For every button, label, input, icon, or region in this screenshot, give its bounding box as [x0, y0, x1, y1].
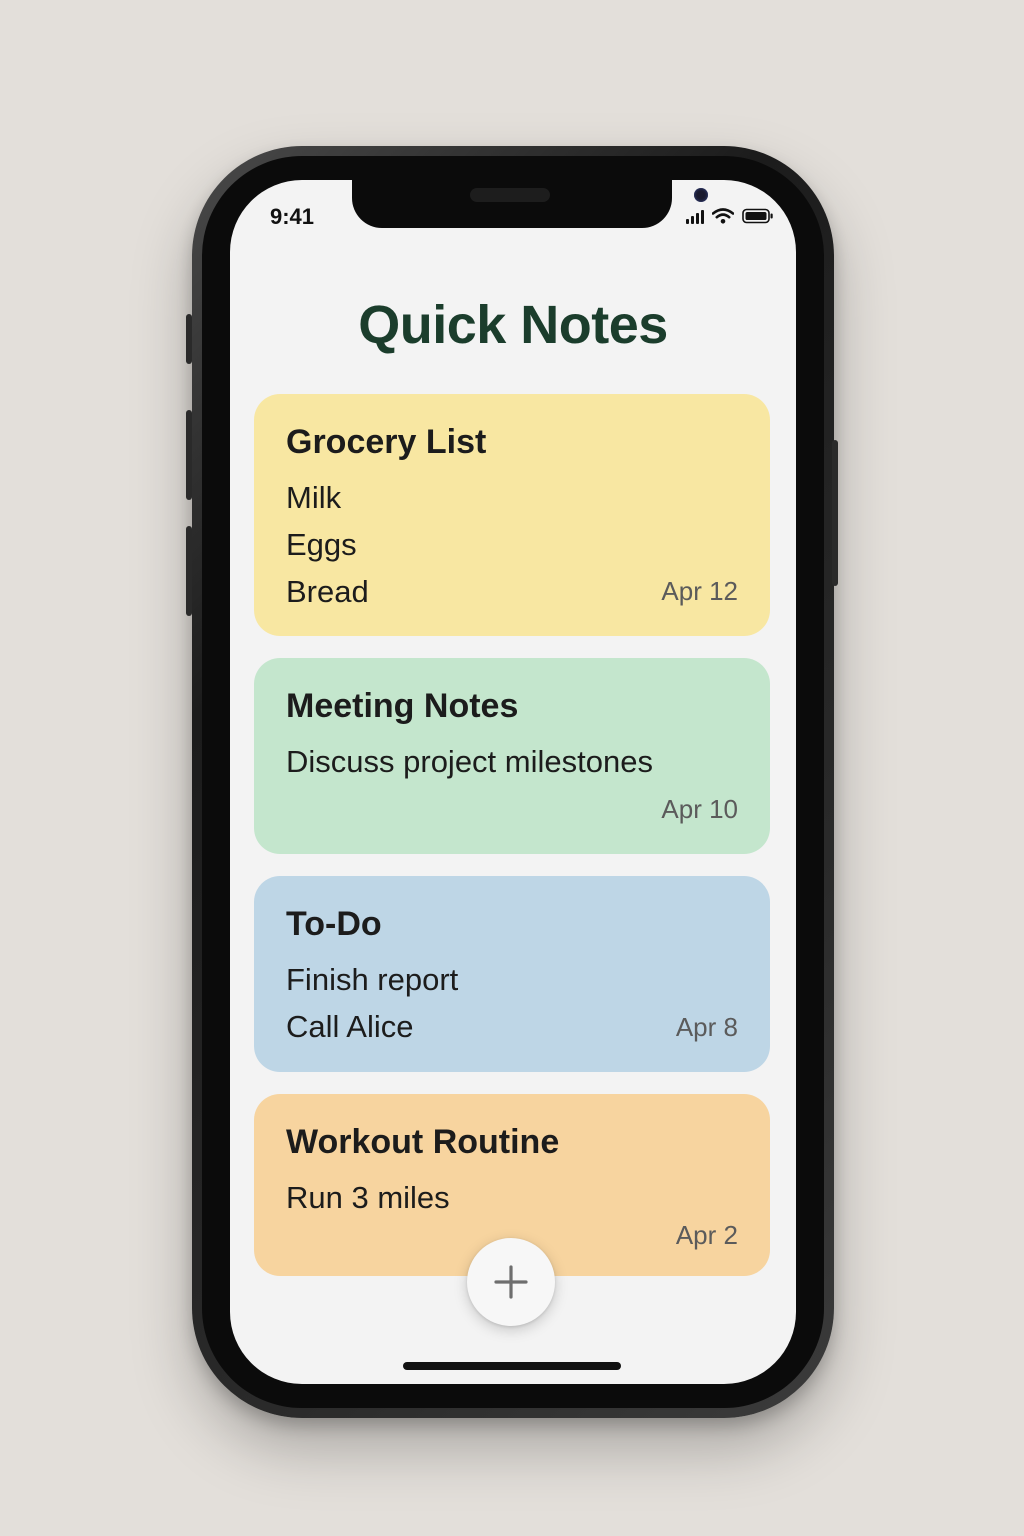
note-title: To-Do [286, 905, 382, 943]
note-date: Apr 2 [675, 1220, 738, 1250]
note-card-grocery[interactable]: Grocery List Milk Eggs Bread Apr 12 [254, 394, 770, 636]
note-line: Run 3 miles [286, 1180, 450, 1215]
note-title: Grocery List [286, 423, 487, 461]
note-line: Milk [286, 480, 342, 515]
front-camera [694, 188, 708, 202]
plus-icon [494, 1265, 528, 1299]
note-line: Discuss project milestones [286, 744, 653, 779]
power-button [832, 440, 838, 586]
status-time: 9:41 [270, 204, 315, 229]
mute-switch [186, 314, 192, 364]
page-title: Quick Notes [358, 295, 668, 355]
note-body: Run 3 miles [286, 1174, 738, 1221]
home-indicator[interactable] [403, 1362, 621, 1370]
status-icons [686, 208, 774, 224]
volume-up-button [186, 410, 192, 500]
note-date: Apr 10 [661, 794, 738, 824]
note-title: Meeting Notes [286, 687, 519, 725]
app-screen: 9:41 Quick Notes Grocery List Milk Eggs … [230, 180, 796, 1384]
volume-down-button [186, 526, 192, 616]
notch [352, 180, 708, 228]
note-body: Finish report Call Alice [286, 956, 738, 1050]
wifi-icon [712, 208, 734, 224]
note-line: Finish report [286, 962, 459, 997]
note-line: Call Alice [286, 1009, 414, 1044]
battery-icon [742, 208, 774, 224]
note-title: Workout Routine [286, 1123, 560, 1161]
note-date: Apr 8 [675, 1012, 738, 1042]
note-card-todo[interactable]: To-Do Finish report Call Alice Apr 8 [254, 876, 770, 1072]
note-line: Eggs [286, 527, 357, 562]
cellular-signal-icon [686, 210, 704, 224]
add-note-button[interactable] [467, 1238, 555, 1326]
note-card-meeting[interactable]: Meeting Notes Discuss project milestones… [254, 658, 770, 854]
note-body: Discuss project milestones [286, 738, 738, 785]
note-date: Apr 12 [661, 576, 738, 606]
